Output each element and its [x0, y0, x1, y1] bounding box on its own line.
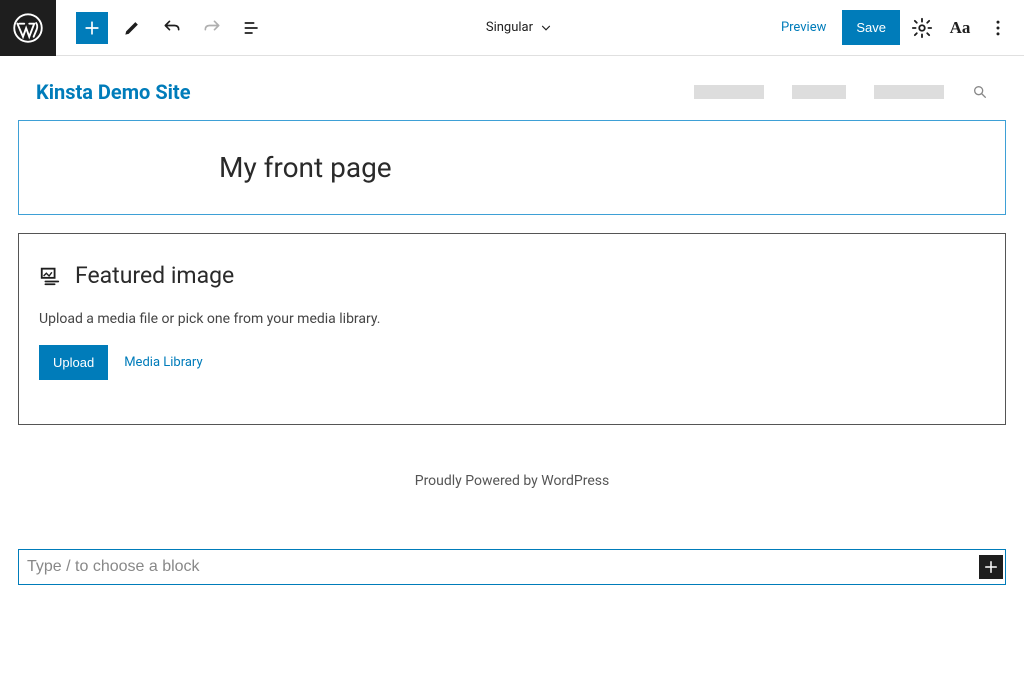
editor-toolbar: Singular Preview Save Aa [0, 0, 1024, 56]
undo-button[interactable] [156, 12, 188, 44]
block-inserter-add-button[interactable] [979, 555, 1003, 579]
save-button[interactable]: Save [842, 10, 900, 45]
featured-block-title: Featured image [75, 262, 234, 289]
featured-image-icon [39, 265, 61, 287]
site-title[interactable]: Kinsta Demo Site [36, 80, 191, 104]
list-view-button[interactable] [236, 12, 268, 44]
template-selector[interactable]: Singular [268, 20, 771, 35]
styles-button[interactable]: Aa [944, 12, 976, 44]
nav-item-placeholder[interactable] [874, 85, 944, 99]
gear-icon [911, 17, 933, 39]
wordpress-icon [13, 13, 43, 43]
redo-icon [202, 18, 222, 38]
preview-button[interactable]: Preview [771, 12, 836, 43]
upload-button[interactable]: Upload [39, 345, 108, 380]
toolbar-right-group: Preview Save Aa [771, 10, 1024, 45]
plus-icon [982, 558, 1000, 576]
add-block-button[interactable] [76, 12, 108, 44]
edit-button[interactable] [116, 12, 148, 44]
nav-item-placeholder[interactable] [694, 85, 764, 99]
redo-button[interactable] [196, 12, 228, 44]
media-library-link[interactable]: Media Library [124, 355, 202, 370]
nav-menu [694, 84, 988, 100]
search-button[interactable] [972, 84, 988, 100]
featured-block-actions: Upload Media Library [39, 345, 985, 380]
site-header: Kinsta Demo Site [0, 56, 1024, 120]
list-view-icon [242, 18, 262, 38]
featured-image-block[interactable]: Featured image Upload a media file or pi… [18, 233, 1006, 425]
featured-block-header: Featured image [39, 262, 985, 289]
chevron-down-icon [539, 21, 553, 35]
more-options-button[interactable] [982, 12, 1014, 44]
wordpress-logo[interactable] [0, 0, 56, 56]
undo-icon [162, 18, 182, 38]
block-inserter-input[interactable] [23, 552, 979, 582]
plus-icon [82, 18, 102, 38]
post-title-block[interactable]: My front page [18, 120, 1006, 215]
block-inserter[interactable] [18, 549, 1006, 585]
post-title-text: My front page [219, 151, 805, 184]
template-label: Singular [486, 20, 533, 35]
pencil-icon [122, 18, 142, 38]
search-icon [972, 84, 988, 100]
typography-icon: Aa [950, 18, 971, 38]
editor-content: My front page Featured image Upload a me… [0, 120, 1024, 425]
toolbar-left-group [56, 12, 268, 44]
footer-credit: Proudly Powered by WordPress [0, 473, 1024, 489]
nav-item-placeholder[interactable] [792, 85, 846, 99]
settings-button[interactable] [906, 12, 938, 44]
featured-block-description: Upload a media file or pick one from you… [39, 311, 985, 327]
more-vertical-icon [988, 18, 1008, 38]
